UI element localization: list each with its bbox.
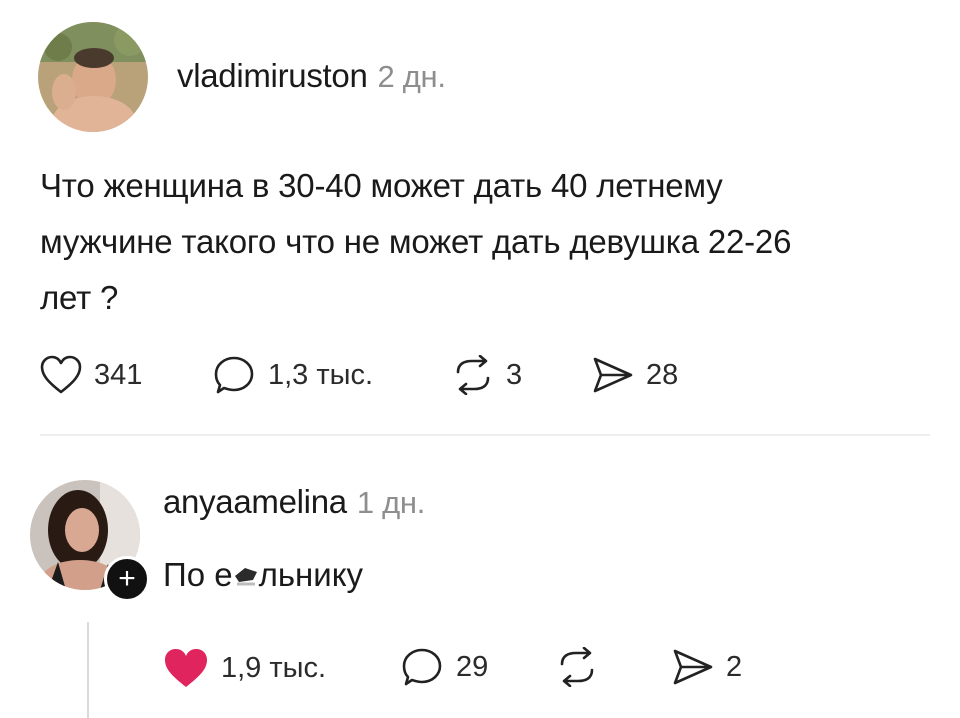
reply-text: По е льнику	[163, 556, 363, 594]
post-text: Что женщина в 30-40 может дать 40 летнем…	[40, 158, 940, 326]
reply-username[interactable]: anyaamelina	[163, 483, 347, 520]
post-author-avatar[interactable]	[38, 22, 148, 132]
reply-text-end: льнику	[258, 556, 364, 593]
section-divider	[40, 434, 930, 436]
heart-icon	[40, 355, 82, 394]
post-text-line: мужчине такого что не может дать девушка…	[40, 223, 792, 260]
post-repost-button[interactable]: 3	[452, 355, 522, 395]
post-comment-count: 1,3 тыс.	[268, 358, 374, 391]
post-share-button[interactable]: 28	[592, 355, 678, 395]
post-text-line: лет ?	[40, 279, 119, 316]
reply-repost-button[interactable]	[556, 647, 610, 687]
repost-icon	[560, 647, 594, 687]
post-like-count: 341	[94, 358, 143, 391]
repost-icon	[456, 355, 490, 395]
reply-share-count: 2	[726, 650, 743, 683]
heart-icon	[165, 649, 207, 687]
reply-share-button[interactable]: 2	[672, 647, 742, 687]
post-author-name[interactable]: vladimiruston 2 дн.	[177, 57, 446, 95]
speech-bubble-icon	[402, 648, 442, 686]
reply-age: 1 дн.	[356, 485, 426, 520]
post-share-count: 28	[646, 358, 679, 391]
censor-mark-icon	[233, 560, 259, 588]
follow-plus-icon[interactable]: +	[104, 556, 150, 602]
post-text-line: Что женщина в 30-40 может дать 40 летнем…	[40, 167, 723, 204]
reply-text-start: По е	[163, 556, 233, 593]
post-repost-count: 3	[506, 358, 523, 391]
post-age: 2 дн.	[377, 59, 446, 94]
send-icon	[673, 649, 713, 685]
reply-comment-button[interactable]: 29	[402, 647, 488, 687]
post-username[interactable]: vladimiruston	[177, 57, 368, 94]
reply-like-button[interactable]: 1,9 тыс.	[163, 647, 326, 689]
post-like-button[interactable]: 341	[40, 355, 142, 395]
reply-comment-count: 29	[456, 650, 489, 683]
speech-bubble-icon	[214, 356, 254, 394]
send-icon	[593, 357, 633, 393]
plus-icon: +	[118, 562, 136, 595]
reply-author-name[interactable]: anyaamelina 1 дн.	[163, 483, 425, 521]
post-comment-button[interactable]: 1,3 тыс.	[214, 355, 373, 395]
thread-line	[87, 622, 89, 718]
reply-like-count: 1,9 тыс.	[221, 651, 327, 684]
